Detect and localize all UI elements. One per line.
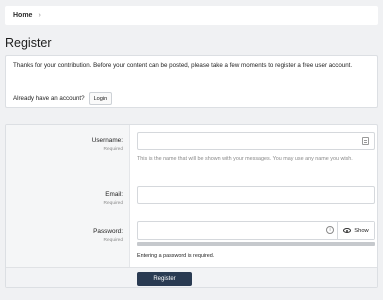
username-required-hint: Required <box>103 147 123 152</box>
breadcrumb-separator: › <box>38 12 41 19</box>
email-required-hint: Required <box>103 201 123 206</box>
register-button[interactable]: Register <box>137 272 192 286</box>
show-password-button[interactable]: Show <box>337 222 374 239</box>
show-password-label: Show <box>354 227 369 234</box>
login-row: Already have an account? Login <box>13 92 113 105</box>
username-label: Username: <box>91 137 123 144</box>
email-input[interactable] <box>137 186 375 204</box>
login-prompt: Already have an account? <box>13 95 85 102</box>
registration-notice: Thanks for your contribution. Before you… <box>5 55 378 108</box>
page-title: Register <box>5 36 52 50</box>
password-label: Password: <box>93 228 123 235</box>
email-label: Email: <box>105 191 123 198</box>
breadcrumb-home-link[interactable]: Home <box>13 12 32 19</box>
info-icon[interactable]: i <box>326 226 334 234</box>
notice-text: Thanks for your contribution. Before you… <box>13 62 353 69</box>
eye-icon <box>343 228 352 233</box>
username-explain: This is the name that will be shown with… <box>137 156 353 162</box>
password-input[interactable]: i Show <box>137 221 375 240</box>
register-form: Username: Required This is the name that… <box>5 124 378 288</box>
password-message: Entering a password is required. <box>137 253 215 259</box>
username-input[interactable] <box>137 132 375 150</box>
password-strength-meter <box>137 242 375 246</box>
id-card-icon <box>362 137 369 145</box>
login-button[interactable]: Login <box>88 92 113 105</box>
breadcrumb: Home › <box>5 6 378 25</box>
password-required-hint: Required <box>103 238 123 243</box>
form-footer: Register <box>6 267 377 287</box>
